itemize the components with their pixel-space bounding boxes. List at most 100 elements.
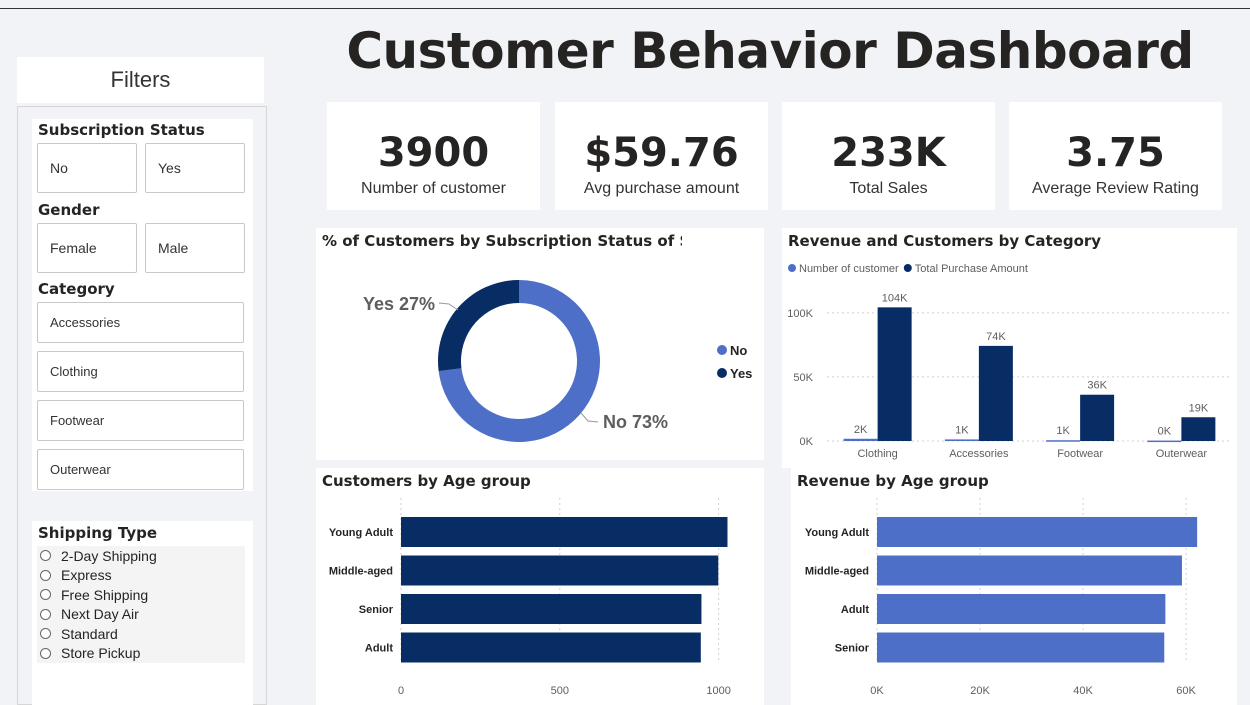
age-customers-chart: 0 500 1000 Young Adult Middle-aged Senior Adul… — [329, 498, 731, 697]
top-rule — [0, 8, 1250, 9]
filters-header: Filters — [17, 57, 264, 103]
legend-marker-yes — [717, 368, 727, 378]
subscription-donut-card: % of Customers by Subscription Status of… — [316, 228, 764, 460]
y-tick-label: Young Adult — [805, 527, 869, 539]
bar-clothing-series-0 — [843, 438, 878, 441]
data-label: 2K — [854, 424, 868, 436]
y-tick-label: Adult — [365, 643, 393, 655]
kpi-card-customers: 3900 Number of customer — [327, 102, 540, 210]
kpi-value: 233K — [831, 130, 946, 176]
bar-middle-aged — [401, 555, 719, 586]
shipping-option-store-pickup[interactable]: Store Pickup — [37, 643, 245, 663]
y-tick-label: Young Adult — [329, 527, 393, 539]
kpi-label: Average Review Rating — [1032, 180, 1199, 197]
bar-accessories-series-1 — [978, 345, 1013, 441]
category-option-footwear[interactable]: Footwear — [37, 400, 244, 441]
radio-icon — [40, 647, 51, 659]
bar-adult — [401, 632, 701, 663]
age-revenue-card: Revenue by Age group 0K 20K 40K 60K Young Ad… — [791, 468, 1237, 705]
y-tick-label: Middle-aged — [329, 566, 393, 578]
x-tick-label: 40K — [1073, 685, 1093, 697]
kpi-label: Number of customer — [361, 180, 506, 197]
bar-young-adult — [877, 517, 1198, 547]
kpi-card-total-sales: 233K Total Sales — [782, 102, 995, 210]
gender-option-female[interactable]: Female — [37, 223, 137, 273]
bar-outerwear-series-1 — [1181, 417, 1216, 441]
category-chart-card: Revenue and Customers by Category Number… — [782, 228, 1237, 468]
shipping-option-next-day[interactable]: Next Day Air — [37, 604, 245, 624]
radio-icon — [40, 589, 51, 601]
category-option-clothing[interactable]: Clothing — [37, 351, 244, 392]
legend-marker-no — [717, 345, 727, 355]
donut-slice-yes — [438, 280, 519, 372]
kpi-label: Avg purchase amount — [583, 180, 740, 197]
bar-footwear-series-1 — [1080, 394, 1115, 441]
gender-option-male[interactable]: Male — [145, 223, 245, 273]
bar-senior — [877, 632, 1165, 663]
kpi-card-review-rating: 3.75 Average Review Rating — [1009, 102, 1222, 210]
leader-line — [580, 412, 599, 423]
y-tick-label: Senior — [359, 604, 394, 616]
y-tick-label: Senior — [835, 643, 870, 655]
bar-accessories-series-0 — [944, 439, 979, 441]
x-tick-label: Outerwear — [1156, 448, 1208, 460]
bar-young-adult — [401, 517, 728, 547]
subscription-slicer-title: Subscription Status — [38, 121, 205, 139]
kpi-card-avg-purchase: $59.76 Avg purchase amount — [555, 102, 768, 210]
bar-adult — [877, 594, 1166, 624]
data-label: 1K — [1056, 425, 1070, 437]
chart-title: Revenue by Age group — [797, 472, 989, 490]
bar-senior — [401, 594, 702, 624]
shipping-option-2-day[interactable]: 2-Day Shipping — [37, 546, 245, 566]
legend-marker — [903, 264, 912, 272]
kpi-value: $59.76 — [584, 130, 739, 176]
x-tick-label: Footwear — [1057, 448, 1103, 460]
x-tick-label: 60K — [1176, 685, 1196, 697]
age-customers-card: Customers by Age group 0 500 1000 Young Adu… — [316, 468, 764, 705]
shipping-option-free[interactable]: Free Shipping — [37, 585, 245, 605]
chart-title: Revenue and Customers by Category — [788, 232, 1102, 250]
x-tick-label: Accessories — [949, 448, 1009, 460]
page-title: Customer Behavior Dashboard — [346, 22, 1194, 80]
category-column-chart: Number of customer Total Purchase Amount 0… — [787, 263, 1232, 460]
slice-label: Yes 27% — [363, 294, 435, 314]
category-option-accessories[interactable]: Accessories — [37, 302, 244, 343]
bar-clothing-series-1 — [877, 307, 912, 441]
data-label: 104K — [882, 292, 908, 304]
age-revenue-chart: 0K 20K 40K 60K Young Adult Middle-aged Adult Se… — [805, 498, 1198, 697]
y-tick-label: Adult — [841, 604, 869, 616]
shipping-option-express[interactable]: Express — [37, 565, 245, 585]
subscription-option-yes[interactable]: Yes — [145, 143, 245, 193]
gender-slicer-title: Gender — [38, 201, 100, 219]
data-label: 74K — [986, 331, 1006, 343]
x-tick-label: 1000 — [706, 685, 730, 697]
radio-icon — [40, 608, 51, 620]
bar-outerwear-series-0 — [1147, 440, 1182, 443]
bar-footwear-series-0 — [1046, 440, 1081, 442]
chart-title: % of Customers by Subscription Status of… — [322, 232, 682, 250]
category-slicer-title: Category — [38, 280, 115, 298]
x-tick-label: 0K — [870, 685, 884, 697]
data-label: 19K — [1189, 402, 1209, 414]
legend-label: Total Purchase Amount — [915, 263, 1028, 275]
x-tick-label: Clothing — [857, 448, 897, 460]
radio-icon — [40, 550, 51, 562]
legend-label: Yes — [730, 366, 752, 381]
x-tick-label: 500 — [551, 685, 569, 697]
legend-marker — [788, 264, 796, 272]
shipping-option-standard[interactable]: Standard — [37, 624, 245, 644]
x-tick-label: 0 — [398, 685, 404, 697]
data-label: 1K — [955, 424, 969, 436]
subscription-option-no[interactable]: No — [37, 143, 137, 193]
category-option-outerwear[interactable]: Outerwear — [37, 449, 244, 490]
radio-icon — [40, 569, 51, 581]
chart-title: Customers by Age group — [322, 472, 531, 490]
y-tick-label: 0K — [800, 436, 814, 448]
radio-icon — [40, 628, 51, 640]
y-tick-label: 100K — [787, 308, 813, 320]
y-tick-label: 50K — [793, 372, 813, 384]
slice-label: No 73% — [603, 412, 668, 432]
bar-middle-aged — [877, 555, 1182, 586]
filters-panel: Subscription Status No Yes Gender Female… — [17, 106, 267, 705]
kpi-value: 3900 — [377, 130, 490, 176]
